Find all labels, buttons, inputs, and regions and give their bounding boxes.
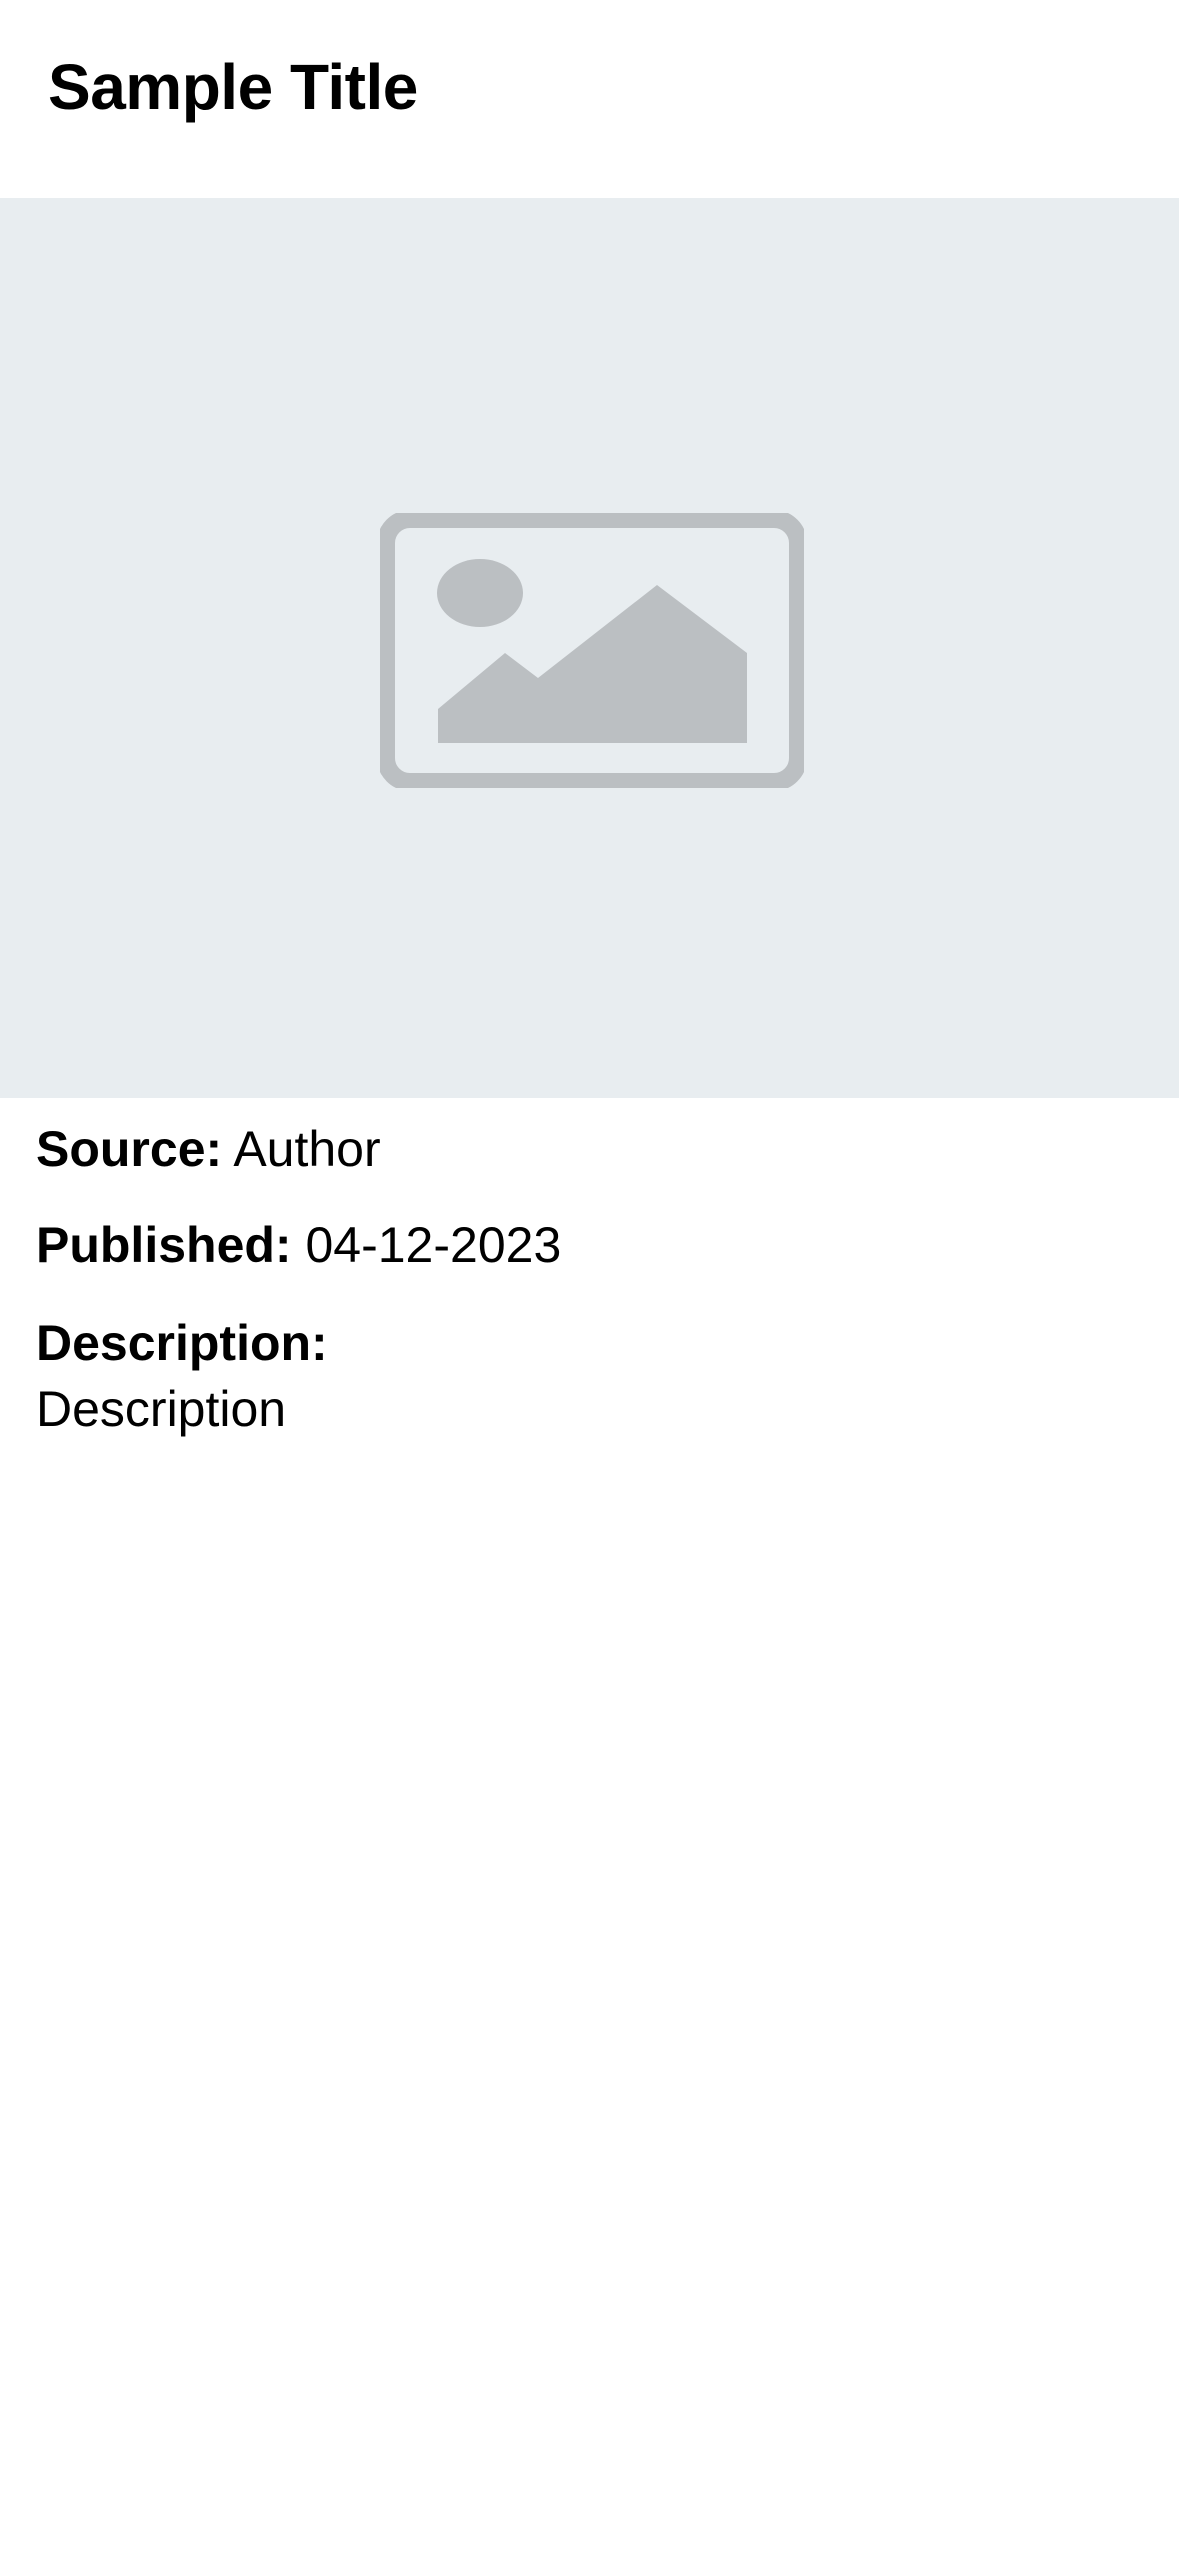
published-date: 04-12-2023 bbox=[305, 1217, 562, 1273]
image-placeholder-icon bbox=[380, 513, 804, 788]
article-image bbox=[0, 198, 1179, 1098]
description-label: Description: bbox=[36, 1315, 328, 1371]
source-label: Source: bbox=[36, 1121, 223, 1177]
published-label: Published: bbox=[36, 1217, 292, 1273]
source-value: Author bbox=[233, 1121, 381, 1177]
published-row: Published: 04-12-2023 bbox=[36, 1214, 1136, 1276]
description-text: Description bbox=[36, 1381, 287, 1437]
description-row: Description: bbox=[36, 1312, 1136, 1374]
article-details: Source: Author Published: 04-12-2023 Des… bbox=[36, 1112, 1136, 1440]
page-title: Sample Title bbox=[48, 51, 418, 123]
header: Sample Title bbox=[0, 0, 1179, 198]
source-row: Source: Author bbox=[36, 1118, 1136, 1180]
